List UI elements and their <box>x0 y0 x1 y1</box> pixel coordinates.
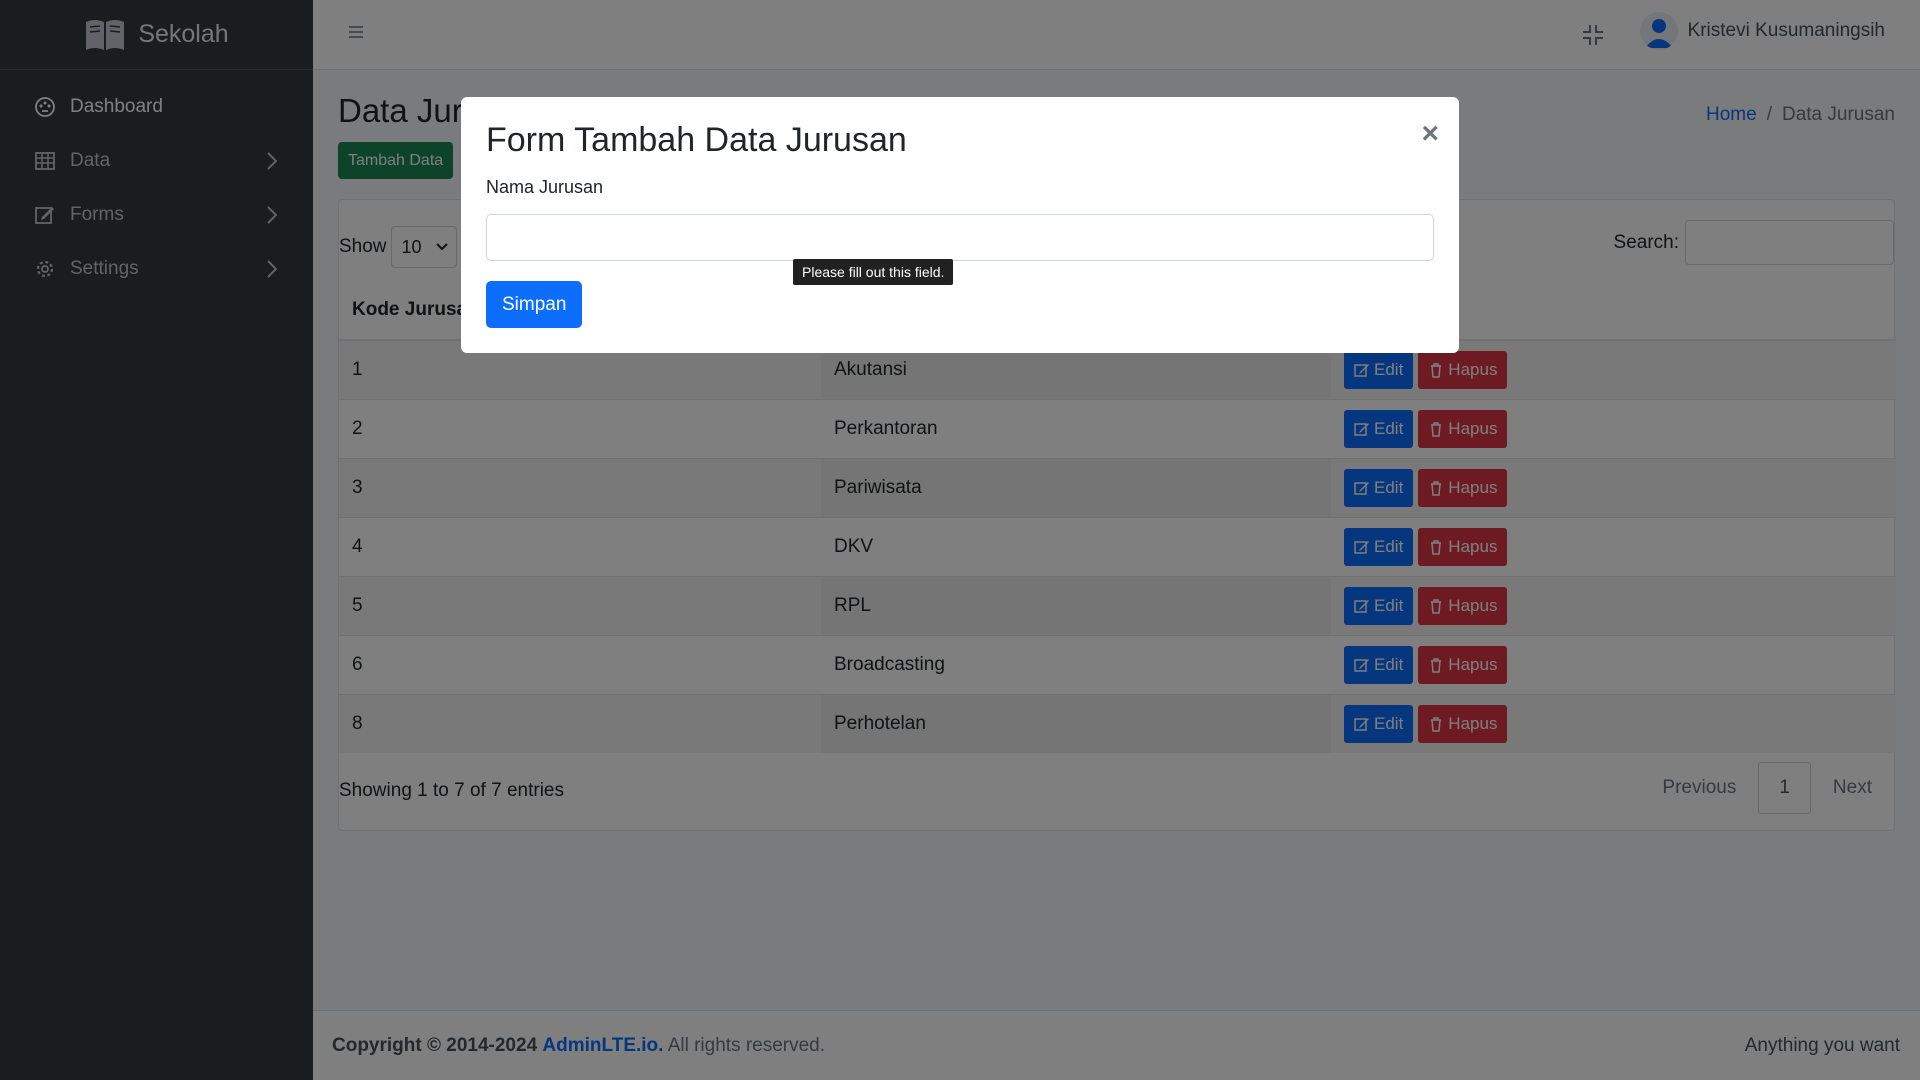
save-button[interactable]: Simpan <box>486 281 583 328</box>
validation-tooltip: Please fill out this field. <box>793 259 954 285</box>
nama-jurusan-input[interactable] <box>486 214 1434 261</box>
add-jurusan-modal: Form Tambah Data Jurusan × Nama Jurusan … <box>461 97 1459 353</box>
close-icon[interactable]: × <box>1421 117 1439 151</box>
modal-title: Form Tambah Data Jurusan <box>486 121 907 159</box>
nama-jurusan-label: Nama Jurusan <box>486 177 604 197</box>
